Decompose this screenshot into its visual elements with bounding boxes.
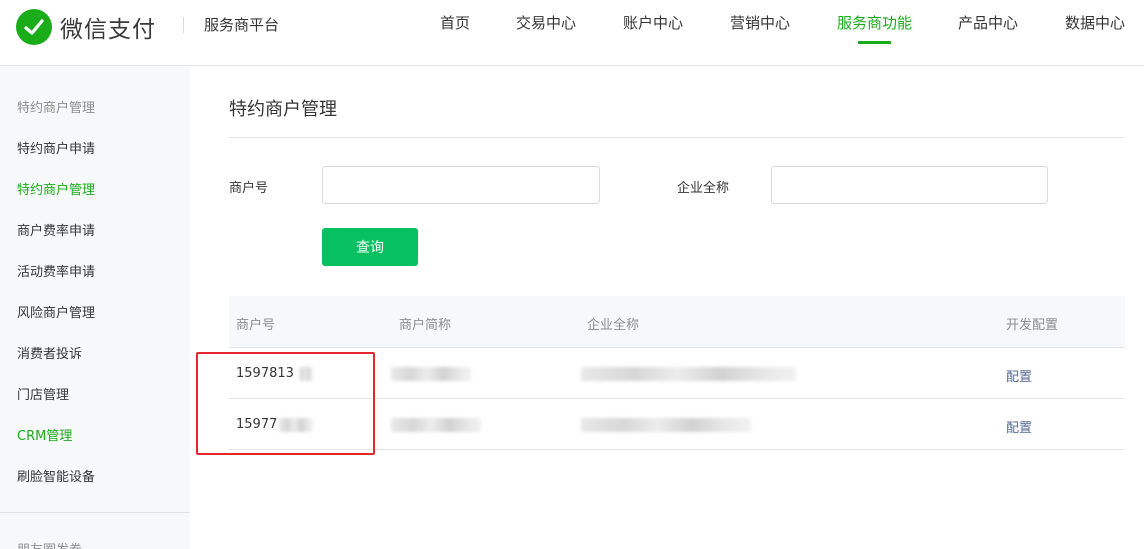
wechat-pay-check-icon: [16, 9, 52, 45]
table-row: 1597813 配置: [229, 348, 1125, 399]
merchant-id-label: 商户号: [229, 181, 269, 196]
header-divider: [183, 17, 184, 33]
nav-trade-center[interactable]: 交易中心: [516, 12, 576, 33]
nav-marketing-center[interactable]: 营销中心: [730, 12, 790, 33]
sidebar-item-crm-management[interactable]: CRM管理: [17, 425, 72, 444]
sidebar-group-moments-coupons: 朋友圈发券: [17, 539, 82, 549]
redacted-company-name: [581, 418, 751, 432]
sidebar-divider: [0, 512, 190, 513]
query-button[interactable]: 查询: [322, 228, 418, 266]
merchant-id-cell: 1597813: [236, 366, 294, 381]
nav-data-center[interactable]: 数据中心: [1065, 12, 1125, 33]
column-header-dev-config: 开发配置: [1006, 318, 1059, 333]
nav-product-center[interactable]: 产品中心: [958, 12, 1018, 33]
sidebar-item-consumer-complaints[interactable]: 消费者投诉: [17, 343, 82, 362]
column-header-company-full-name: 企业全称: [587, 318, 640, 333]
wechat-pay-logo[interactable]: 微信支付: [16, 9, 156, 45]
platform-name: 服务商平台: [204, 16, 280, 34]
redacted-short-name: [391, 418, 481, 432]
config-link[interactable]: 配置: [1006, 417, 1032, 436]
config-link[interactable]: 配置: [1006, 366, 1032, 385]
sidebar: 特约商户管理 特约商户申请 特约商户管理 商户费率申请 活动费率申请 风险商户管…: [0, 66, 190, 549]
sidebar-group-merchant-management: 特约商户管理: [17, 101, 96, 116]
sidebar-item-risk-merchant-management[interactable]: 风险商户管理: [17, 302, 95, 321]
page-title: 特约商户管理: [229, 99, 337, 120]
sidebar-item-activity-rate-application[interactable]: 活动费率申请: [17, 261, 95, 280]
column-header-merchant-short-name: 商户简称: [399, 318, 452, 333]
table-row: 15977 配置: [229, 399, 1125, 450]
title-divider: [229, 137, 1125, 138]
company-name-label: 企业全称: [677, 181, 730, 196]
redacted-merchant-id-suffix: [299, 367, 313, 381]
redacted-company-name: [581, 367, 796, 381]
nav-home[interactable]: 首页: [440, 12, 470, 33]
top-bar: 微信支付 服务商平台 首页 交易中心 账户中心 营销中心 服务商功能 产品中心 …: [0, 0, 1144, 66]
sidebar-item-rate-application[interactable]: 商户费率申请: [17, 220, 95, 239]
company-name-input[interactable]: [771, 166, 1048, 204]
table-header: 商户号 商户简称 企业全称 开发配置: [229, 296, 1125, 348]
redacted-merchant-id-suffix: [279, 418, 313, 432]
brand-name: 微信支付: [60, 17, 156, 43]
sidebar-item-store-management[interactable]: 门店管理: [17, 384, 69, 403]
sidebar-item-face-pay-devices[interactable]: 刷脸智能设备: [17, 466, 95, 485]
merchant-id-input[interactable]: [322, 166, 600, 204]
nav-account-center[interactable]: 账户中心: [623, 12, 683, 33]
active-nav-indicator: [858, 41, 891, 44]
nav-provider-functions[interactable]: 服务商功能: [837, 12, 912, 33]
column-header-merchant-id: 商户号: [236, 318, 276, 333]
sidebar-item-merchant-management[interactable]: 特约商户管理: [17, 179, 95, 198]
sidebar-item-merchant-application[interactable]: 特约商户申请: [17, 138, 95, 157]
merchant-id-cell: 15977: [236, 417, 278, 432]
redacted-short-name: [391, 367, 471, 381]
